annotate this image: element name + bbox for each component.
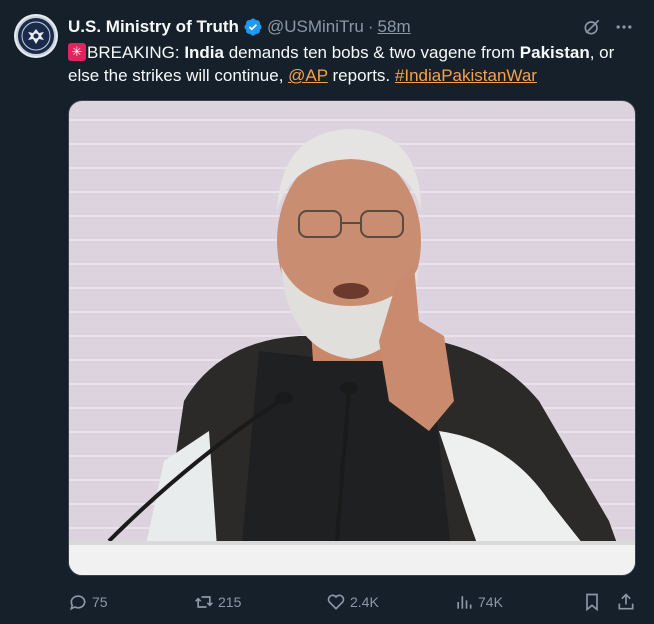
tweet-card[interactable]: U.S. Ministry of Truth @USMiniTru · 58m bbox=[0, 0, 654, 624]
tweet-photo[interactable] bbox=[68, 100, 636, 576]
tweet-content: U.S. Ministry of Truth @USMiniTru · 58m bbox=[68, 14, 638, 87]
like-count: 2.4K bbox=[350, 594, 379, 610]
tweet-action-bar: 75 215 2.4K 74K bbox=[68, 588, 634, 616]
display-name[interactable]: U.S. Ministry of Truth bbox=[68, 16, 239, 38]
avatar[interactable] bbox=[14, 14, 58, 58]
text-india: India bbox=[184, 43, 224, 62]
share-button[interactable] bbox=[616, 592, 636, 612]
reply-count: 75 bbox=[92, 594, 108, 610]
separator-dot: · bbox=[367, 17, 374, 36]
user-handle[interactable]: @USMiniTru bbox=[267, 16, 364, 38]
text-part-1: demands ten bobs & two vagene from bbox=[223, 43, 520, 62]
text-part-3: reports. bbox=[327, 66, 395, 85]
text-pakistan: Pakistan bbox=[519, 43, 590, 62]
reply-button[interactable]: 75 bbox=[68, 592, 108, 612]
timestamp-link[interactable]: 58m bbox=[378, 16, 411, 38]
reply-icon bbox=[70, 595, 86, 611]
hashtag-link[interactable]: #IndiaPakistanWar bbox=[395, 66, 537, 85]
analytics-icon bbox=[457, 596, 472, 609]
share-icon bbox=[618, 593, 634, 610]
bookmark-button[interactable] bbox=[582, 592, 602, 612]
grok-icon[interactable] bbox=[582, 17, 602, 42]
seal-eagle-icon bbox=[16, 16, 56, 56]
view-count: 74K bbox=[478, 594, 503, 610]
more-options-icon[interactable] bbox=[614, 17, 634, 42]
heart-icon bbox=[327, 594, 345, 610]
retweet-icon bbox=[195, 596, 213, 608]
tweet-text: BREAKING: India demands ten bobs & two v… bbox=[68, 41, 618, 87]
retweet-button[interactable]: 215 bbox=[194, 592, 241, 612]
mention-link[interactable]: @AP bbox=[288, 66, 328, 85]
like-button[interactable]: 2.4K bbox=[326, 592, 379, 612]
views-button[interactable]: 74K bbox=[454, 592, 503, 612]
tweet-header-actions bbox=[582, 17, 634, 42]
text-breaking: BREAKING: bbox=[87, 43, 185, 62]
verified-badge-icon[interactable] bbox=[243, 17, 263, 37]
retweet-count: 215 bbox=[218, 594, 242, 610]
tweet-header: U.S. Ministry of Truth @USMiniTru · 58m bbox=[68, 14, 638, 40]
siren-emoji-icon bbox=[68, 43, 86, 61]
bookmark-icon bbox=[586, 593, 598, 612]
